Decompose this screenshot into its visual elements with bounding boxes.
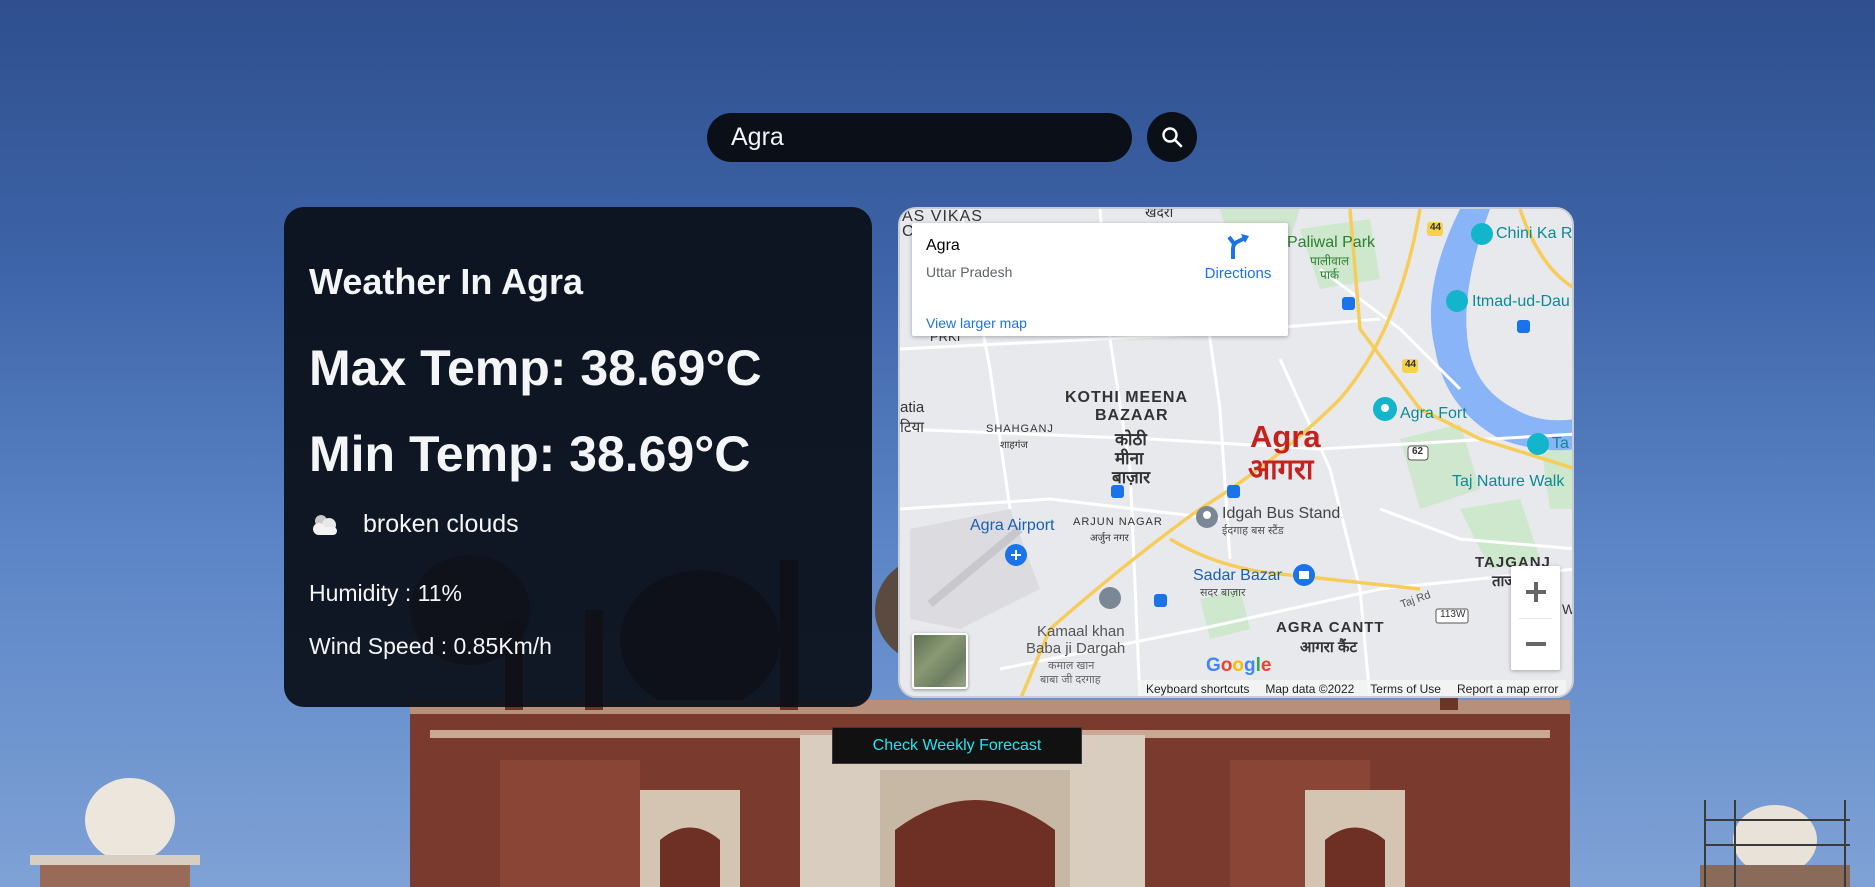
min-temp: Min Temp: 38.69°C [309,426,751,482]
search-button[interactable] [1147,112,1197,162]
weather-card: Weather In Agra Max Temp: 38.69°C Min Te… [284,207,872,707]
info-place-name: Agra [926,237,960,254]
terms-of-use-link[interactable]: Terms of Use [1370,682,1441,696]
report-map-error-link[interactable]: Report a map error [1457,682,1558,696]
map-label-atia: atia [900,399,925,416]
map-label-atia-hi: टिया [900,419,925,436]
max-temp: Max Temp: 38.69°C [309,340,762,396]
minus-icon [1525,642,1546,646]
map-label-sadar: Sadar Bazar [1193,567,1282,584]
map-attribution-bar: Keyboard shortcuts Map data ©2022 Terms … [1138,680,1567,696]
zoom-controls [1511,566,1560,670]
map-label-shahganj: SHAHGANJ [986,423,1054,435]
map-label-arjun: ARJUN NAGAR [1073,516,1163,528]
humidity: Humidity : 11% [309,580,462,606]
map-label-kamaal-hi1: कमाल खान [1048,660,1095,672]
map-label-shahganj-hi: शाहगंज [1000,440,1028,451]
google-logo-letter: o [1220,655,1233,676]
directions-icon [1227,234,1249,259]
map-label-paliwal-hi2: पार्क [1320,268,1340,282]
map-label-cantt-hi: आगरा कैंट [1300,639,1358,656]
broken-clouds-icon [313,515,337,535]
map-label-itmad: Itmad-ud-Dau [1472,293,1570,310]
search-icon [1162,127,1183,148]
google-logo-letter: o [1232,655,1244,676]
directions-label: Directions [1204,265,1272,282]
info-place-region: Uttar Pradesh [926,264,1013,280]
map-label-paliwal: Paliwal Park [1287,234,1376,251]
map-label-cantt: AGRA CANTT [1276,619,1385,636]
view-larger-map-link[interactable]: View larger map [926,315,1027,331]
map-label-bazaar: BAZAAR [1095,407,1169,424]
weather-title: Weather In Agra [309,261,584,302]
google-map[interactable]: AS VIKAS C खदरा PRKI KOTHI MEENA BAZAAR … [898,207,1574,698]
map-data-text: Map data ©2022 [1265,682,1355,696]
zoom-in-button[interactable] [1511,566,1560,618]
google-logo-letter: e [1260,655,1272,676]
search-input[interactable]: Agra [707,113,1132,162]
plus-icon [1525,582,1546,602]
map-label-idgah: Idgah Bus Stand [1222,505,1341,522]
map-label-khdra: खदरा [1145,207,1174,220]
route-113w-shield: 113W [1440,609,1466,620]
keyboard-shortcuts-link[interactable]: Keyboard shortcuts [1146,682,1249,696]
map-label-agra-fort: Agra Fort [1400,405,1467,422]
map-label-kamaal-hi2: बाबा जी दरगाह [1040,674,1101,686]
map-label-chini: Chini Ka R [1496,225,1573,242]
zoom-out-button[interactable] [1511,618,1560,670]
route-44-shield-b: 44 [1405,359,1417,370]
directions-button[interactable]: Directions [1198,233,1278,282]
wind-speed: Wind Speed : 0.85Km/h [309,633,552,659]
map-label-kamaal1: Kamaal khan [1037,623,1125,640]
google-logo-letter: g [1244,655,1256,676]
map-label-taj-nature: Taj Nature Walk [1452,473,1565,490]
map-label-kothi: KOTHI MEENA [1065,389,1188,406]
weather-description-row: broken clouds [309,509,519,539]
map-label-city-hi: आगरा [1248,454,1314,486]
google-logo-letter: G [1206,655,1221,676]
map-label-ta: Ta [1552,435,1569,452]
map-label-w: W [1562,601,1574,617]
weather-description: broken clouds [363,509,519,538]
map-label-kothi-hi3: बाज़ार [1112,468,1151,487]
route-62-shield: 62 [1412,446,1424,457]
check-weekly-forecast-button[interactable]: Check Weekly Forecast [832,727,1082,764]
place-info-card: Agra Uttar Pradesh Directions View large… [912,223,1288,336]
google-logo: Google [1206,655,1271,677]
map-label-airport: Agra Airport [970,517,1055,534]
route-44-shield-a: 44 [1430,222,1442,233]
map-label-sadar-hi: सदर बाज़ार [1200,587,1246,599]
satellite-toggle[interactable] [912,633,968,689]
map-label-kamaal2: Baba ji Dargah [1026,640,1126,657]
map-label-idgah-hi: ईदगाह बस स्टैंड [1222,525,1284,537]
map-label-arjun-hi: अर्जुन नगर [1090,533,1129,544]
